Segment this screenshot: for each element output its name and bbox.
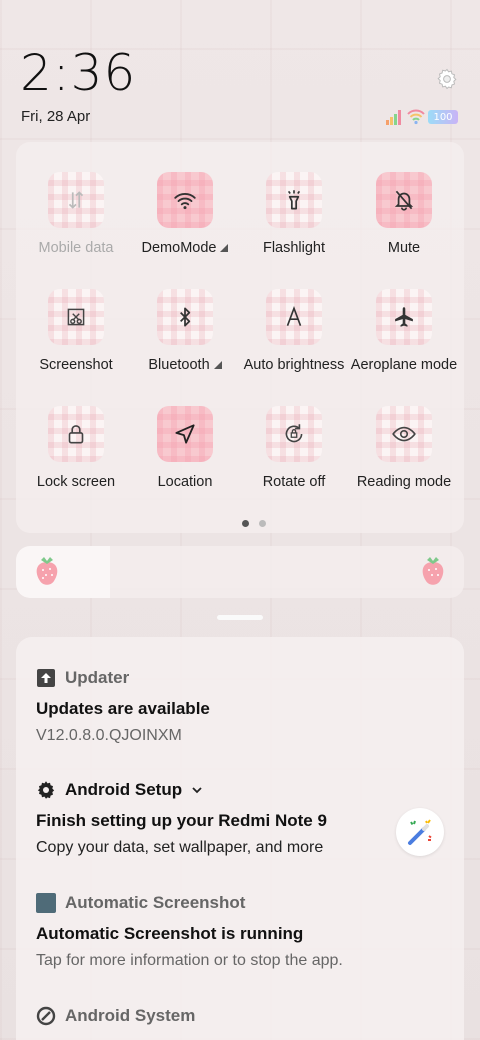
tile-label: Aeroplane mode — [351, 357, 457, 373]
gear-icon — [37, 781, 55, 799]
page-indicator — [242, 520, 266, 527]
notification-updater[interactable]: Updater Updates are available V12.0.8.0.… — [36, 667, 446, 745]
auto-brightness-icon — [266, 289, 322, 345]
page-dot-2[interactable] — [259, 520, 266, 527]
notification-automatic-screenshot[interactable]: Automatic Screenshot Automatic Screensho… — [36, 892, 446, 970]
tile-label: Rotate off — [263, 474, 326, 490]
mobile-data-icon — [48, 172, 104, 228]
tile-lock-screen[interactable]: Lock screen — [21, 406, 131, 506]
tile-label: Reading mode — [357, 474, 451, 490]
tile-label: Screenshot — [39, 357, 112, 373]
lock-icon — [48, 406, 104, 462]
screenshot-icon — [48, 289, 104, 345]
app-name: Automatic Screenshot — [65, 893, 246, 912]
app-square-icon — [36, 893, 56, 913]
date: Fri, 28 Apr — [21, 108, 91, 125]
mute-bell-icon — [376, 172, 432, 228]
notification-title: Updates are available — [36, 699, 210, 718]
strawberry-max-icon — [422, 557, 444, 585]
battery-indicator: 100 — [428, 110, 458, 124]
chevron-down-icon[interactable] — [191, 784, 203, 796]
tile-label-text: Aeroplane mode — [350, 357, 458, 373]
drag-handle[interactable] — [217, 615, 263, 620]
tile-label-text: Rotate off — [262, 474, 326, 490]
brightness-fill — [16, 546, 111, 598]
tile-label-text: Mobile data — [38, 240, 114, 256]
tile-aeroplane-mode[interactable]: Aeroplane mode — [349, 289, 459, 389]
tile-label: Mobile data — [39, 240, 114, 256]
notification-title: Finish setting up your Redmi Note 9 — [36, 811, 327, 830]
bluetooth-icon — [157, 289, 213, 345]
notification-android-system[interactable]: Android System — [36, 1005, 446, 1027]
tile-label-text: Mute — [387, 240, 421, 256]
tile-label-text: Auto brightness — [243, 357, 345, 373]
setup-wand-icon — [396, 808, 444, 856]
eye-icon — [376, 406, 432, 462]
status-icons: 100 — [386, 108, 458, 126]
tile-label-text: Bluetooth — [148, 357, 210, 373]
tile-flashlight[interactable]: Flashlight — [239, 172, 349, 272]
clock: 2:36 — [20, 44, 137, 102]
flashlight-icon — [266, 172, 322, 228]
tile-label-text: Screenshot — [39, 357, 113, 373]
signal-icon — [386, 110, 401, 125]
notification-body: V12.0.8.0.QJOINXM — [36, 727, 182, 744]
wifi-icon — [157, 172, 213, 228]
tile-mobile-data[interactable]: Mobile data — [21, 172, 131, 272]
settings-button[interactable] — [432, 64, 462, 94]
wifi-status-icon — [407, 109, 425, 125]
app-name: Android System — [65, 1006, 196, 1025]
rotate-lock-icon — [266, 406, 322, 462]
app-name: Updater — [65, 668, 130, 687]
tile-label-text: Flashlight — [262, 240, 326, 256]
tile-reading-mode[interactable]: Reading mode — [349, 406, 459, 506]
gear-icon — [437, 68, 457, 90]
expand-arrow-icon[interactable] — [213, 361, 222, 369]
expand-arrow-icon[interactable] — [220, 244, 229, 252]
tile-label: Mute — [388, 240, 420, 256]
android-system-icon — [36, 1006, 56, 1026]
tile-label: Lock screen — [37, 474, 115, 490]
tile-label: DemoMode — [142, 240, 229, 256]
notification-android-setup[interactable]: Android Setup Finish setting up your Red… — [36, 779, 446, 857]
notification-body: Tap for more information or to stop the … — [36, 952, 343, 969]
tile-label: Bluetooth — [148, 357, 222, 373]
brightness-slider[interactable] — [16, 546, 464, 598]
tile-label-text: Lock screen — [36, 474, 116, 490]
notification-title: Automatic Screenshot is running — [36, 924, 304, 943]
tile-label-text: Location — [157, 474, 213, 490]
tile-label: Auto brightness — [244, 357, 345, 373]
tile-label: Flashlight — [263, 240, 325, 256]
tile-mute[interactable]: Mute — [349, 172, 459, 272]
notification-body: Copy your data, set wallpaper, and more — [36, 839, 324, 856]
tile-auto-brightness[interactable]: Auto brightness — [239, 289, 349, 389]
app-name: Android Setup — [65, 780, 183, 799]
quick-settings-panel: Mobile data DemoMode Flashlight Mute Screens… — [16, 142, 464, 533]
upload-arrow-icon — [37, 669, 55, 687]
location-icon — [157, 406, 213, 462]
tile-rotate-off[interactable]: Rotate off — [239, 406, 349, 506]
airplane-icon — [376, 289, 432, 345]
tile-bluetooth[interactable]: Bluetooth — [130, 289, 240, 389]
tile-screenshot[interactable]: Screenshot — [21, 289, 131, 389]
strawberry-icon — [36, 557, 58, 585]
tile-label-text: DemoMode — [141, 240, 217, 256]
tile-label: Location — [158, 474, 213, 490]
tile-location[interactable]: Location — [130, 406, 240, 506]
page-dot-1[interactable] — [242, 520, 249, 527]
tile-demomode[interactable]: DemoMode — [130, 172, 240, 272]
tile-label-text: Reading mode — [356, 474, 452, 490]
